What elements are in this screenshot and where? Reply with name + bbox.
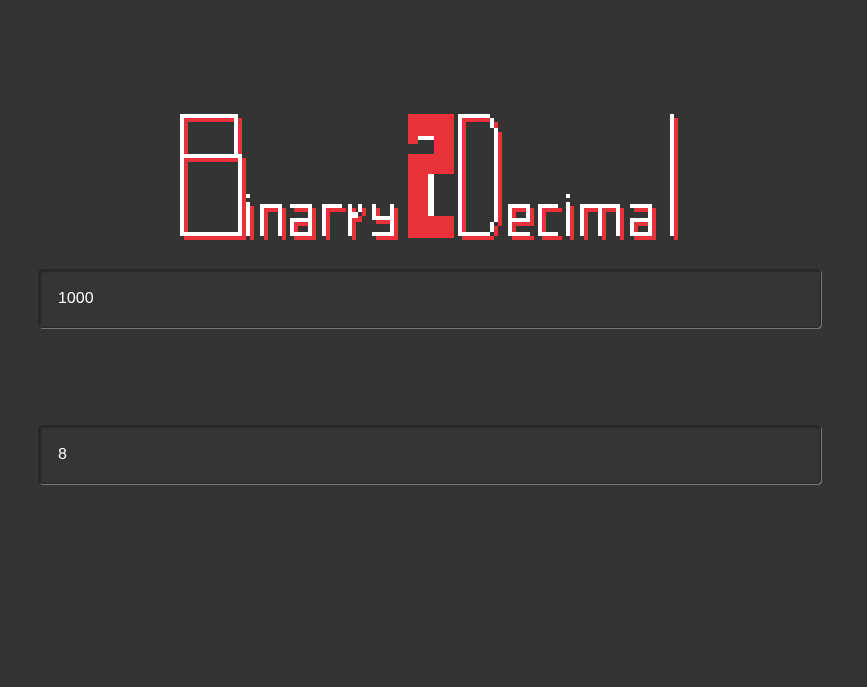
binary2decimal-logo: Binary2Decimal [176, 111, 686, 245]
decimal-output[interactable] [38, 425, 821, 484]
binary-input[interactable] [38, 269, 821, 328]
app-page: Binary2Decimal [0, 0, 867, 687]
logo-text: Binary2Decimal [176, 245, 177, 246]
logo-graphic [180, 114, 678, 240]
